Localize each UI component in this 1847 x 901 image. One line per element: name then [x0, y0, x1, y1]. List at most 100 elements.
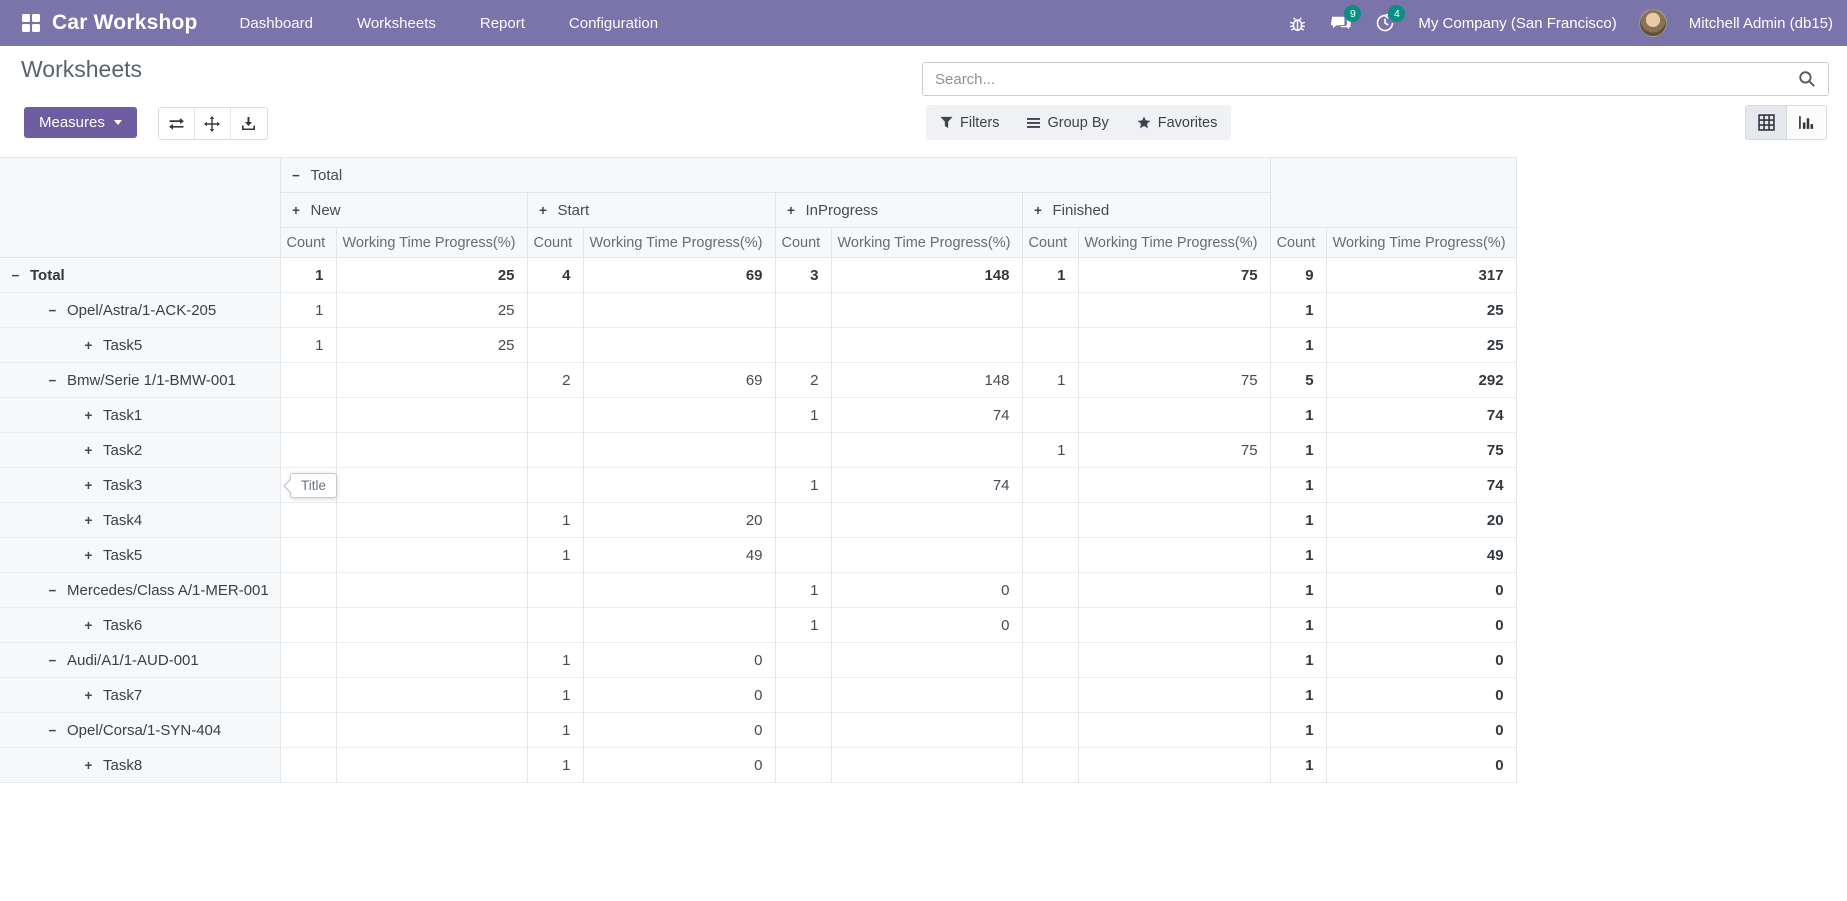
measure-header[interactable]: Working Time Progress(%): [1078, 228, 1270, 258]
row-header[interactable]: −Audi/A1/1-AUD-001: [0, 643, 280, 678]
pivot-cell: 1: [527, 678, 583, 713]
collapse-icon: −: [46, 583, 59, 598]
graph-view-button[interactable]: [1786, 106, 1826, 139]
row-header[interactable]: +Task7: [0, 678, 280, 713]
pivot-cell: 1: [1022, 258, 1078, 293]
column-group-start[interactable]: +Start: [527, 193, 775, 228]
row-header[interactable]: −Opel/Astra/1-ACK-205: [0, 293, 280, 328]
menu-report[interactable]: Report: [480, 15, 525, 32]
pivot-cell: 317: [1326, 258, 1516, 293]
pivot-cell: 1: [1270, 433, 1326, 468]
user-avatar[interactable]: [1639, 9, 1667, 37]
pivot-cell: 1: [1270, 293, 1326, 328]
pivot-cell: [583, 433, 775, 468]
row-label-text: Bmw/Serie 1/1-BMW-001: [67, 372, 236, 389]
row-header[interactable]: +Task6: [0, 608, 280, 643]
pivot-cell: [831, 293, 1022, 328]
pivot-cell: [1078, 538, 1270, 573]
row-header[interactable]: +Task1: [0, 398, 280, 433]
expand-icon: +: [290, 203, 303, 218]
pivot-cell: 0: [583, 643, 775, 678]
flip-axis-button[interactable]: [159, 108, 195, 139]
column-group-finished[interactable]: +Finished: [1022, 193, 1270, 228]
measure-header[interactable]: Working Time Progress(%): [583, 228, 775, 258]
pivot-cell: 1: [775, 573, 831, 608]
measure-header[interactable]: Count: [1022, 228, 1078, 258]
filters-button[interactable]: Filters: [926, 105, 1013, 140]
activities-clock-icon[interactable]: 4: [1374, 12, 1396, 34]
pivot-cell: 0: [583, 713, 775, 748]
expand-icon: +: [82, 758, 95, 773]
row-header[interactable]: −Mercedes/Class A/1-MER-001: [0, 573, 280, 608]
row-header[interactable]: +Task5: [0, 538, 280, 573]
debug-bug-icon[interactable]: [1286, 12, 1308, 34]
company-switcher[interactable]: My Company (San Francisco): [1418, 15, 1616, 32]
menu-configuration[interactable]: Configuration: [569, 15, 658, 32]
row-label-text: Task6: [103, 617, 142, 634]
pivot-cell: 74: [831, 398, 1022, 433]
row-header[interactable]: +Task4: [0, 503, 280, 538]
expand-all-button[interactable]: [195, 108, 231, 139]
measures-button[interactable]: Measures: [24, 107, 137, 138]
measure-header[interactable]: Count: [775, 228, 831, 258]
user-menu[interactable]: Mitchell Admin (db15): [1689, 15, 1833, 32]
messages-icon[interactable]: 9: [1330, 12, 1352, 34]
pivot-cell: 75: [1078, 363, 1270, 398]
pivot-cell: 1: [1270, 608, 1326, 643]
row-header[interactable]: −Opel/Corsa/1-SYN-404: [0, 713, 280, 748]
table-row: +Task5149149: [0, 538, 1516, 573]
menu-dashboard[interactable]: Dashboard: [240, 15, 313, 32]
pivot-cell: [583, 608, 775, 643]
pivot-cell: 1: [775, 468, 831, 503]
pivot-cell: [280, 678, 336, 713]
row-label-text: Task2: [103, 442, 142, 459]
collapse-icon: −: [46, 303, 59, 318]
pivot-cell: [336, 713, 527, 748]
table-row: +Task81010: [0, 748, 1516, 783]
row-label-text: Task8: [103, 757, 142, 774]
pivot-cell: [831, 678, 1022, 713]
menu-worksheets[interactable]: Worksheets: [357, 15, 436, 32]
pivot-cell: 4: [527, 258, 583, 293]
group-by-button[interactable]: Group By: [1013, 105, 1122, 140]
download-button[interactable]: [231, 108, 267, 139]
search-input[interactable]: [923, 71, 1792, 88]
table-row: −Opel/Corsa/1-SYN-4041010: [0, 713, 1516, 748]
row-header[interactable]: +Task2: [0, 433, 280, 468]
row-header[interactable]: −Bmw/Serie 1/1-BMW-001: [0, 363, 280, 398]
pivot-cell: [1022, 713, 1078, 748]
pivot-cell: [831, 748, 1022, 783]
grand-total-header: [1270, 158, 1516, 228]
measure-header[interactable]: Working Time Progress(%): [336, 228, 527, 258]
row-header[interactable]: + Task8: [0, 748, 280, 783]
column-header-total[interactable]: −Total: [280, 158, 1270, 193]
pivot-cell: 25: [1326, 293, 1516, 328]
row-header[interactable]: +Task5: [0, 328, 280, 363]
measure-header[interactable]: Count: [1270, 228, 1326, 258]
pivot-cell: [280, 363, 336, 398]
pivot-cell: 2: [527, 363, 583, 398]
row-header[interactable]: −Total: [0, 258, 280, 293]
measure-header[interactable]: Count: [280, 228, 336, 258]
column-group-new[interactable]: +New: [280, 193, 527, 228]
column-group-inprogress[interactable]: +InProgress: [775, 193, 1022, 228]
apps-menu-icon[interactable]: [22, 14, 40, 32]
pivot-tools: [158, 107, 268, 140]
app-name[interactable]: Car Workshop: [52, 11, 198, 35]
measure-header[interactable]: Count: [527, 228, 583, 258]
measure-header[interactable]: Working Time Progress(%): [831, 228, 1022, 258]
expand-icon: +: [82, 688, 95, 703]
favorites-button[interactable]: Favorites: [1123, 105, 1232, 140]
search-icon[interactable]: [1792, 70, 1828, 88]
table-row: +Task71010: [0, 678, 1516, 713]
pivot-cell: [775, 538, 831, 573]
row-header[interactable]: +Task3: [0, 468, 280, 503]
pivot-cell: 0: [1326, 678, 1516, 713]
measure-header[interactable]: Working Time Progress(%): [1326, 228, 1516, 258]
pivot-cell: 25: [336, 328, 527, 363]
pivot-cell: [280, 503, 336, 538]
favorites-icon: [1137, 116, 1151, 129]
pivot-cell: 75: [1078, 433, 1270, 468]
pivot-view-button[interactable]: [1746, 106, 1786, 139]
pivot-cell: [1078, 328, 1270, 363]
